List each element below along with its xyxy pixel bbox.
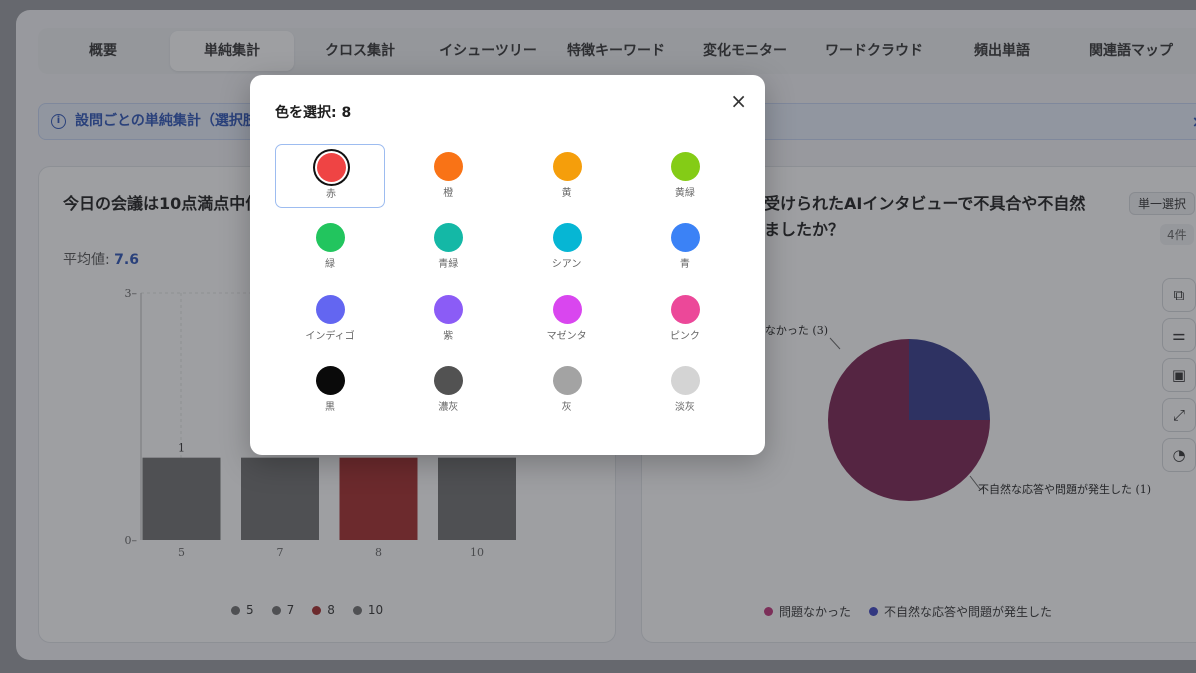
color-swatch bbox=[434, 152, 464, 181]
color-label: 青 bbox=[679, 259, 690, 271]
color-swatch bbox=[434, 294, 464, 324]
color-swatch bbox=[670, 365, 700, 395]
color-option[interactable]: 灰 bbox=[512, 358, 622, 422]
color-label: 淡灰 bbox=[674, 401, 695, 413]
color-swatch bbox=[552, 365, 582, 395]
color-option[interactable]: 赤 bbox=[275, 144, 385, 208]
close-icon[interactable]: × bbox=[730, 89, 747, 113]
color-option[interactable]: 黄緑 bbox=[630, 144, 740, 208]
color-option[interactable]: 青緑 bbox=[393, 215, 503, 279]
color-option[interactable]: ピンク bbox=[630, 287, 740, 351]
color-label: 紫 bbox=[443, 330, 454, 342]
color-swatch bbox=[552, 294, 582, 324]
color-option[interactable]: 黄 bbox=[512, 144, 622, 208]
color-swatch bbox=[670, 223, 700, 253]
color-label: シアン bbox=[551, 259, 582, 271]
color-label: 青緑 bbox=[438, 259, 459, 271]
color-label: 灰 bbox=[561, 401, 572, 413]
color-swatch bbox=[670, 152, 700, 181]
color-label: 橙 bbox=[443, 188, 454, 199]
color-option[interactable]: 黒 bbox=[275, 358, 385, 422]
color-swatch bbox=[552, 223, 582, 253]
color-option[interactable]: シアン bbox=[512, 215, 622, 279]
color-picker-modal: 色を選択: 8 × 赤 橙 黄 黄緑緑 青緑 シアン 青インディゴ 紫 マゼンタ ピンク黒 濃灰 灰 淡… bbox=[250, 75, 765, 455]
color-label: 赤 bbox=[326, 189, 336, 200]
color-swatch bbox=[316, 365, 345, 395]
color-swatch bbox=[670, 294, 700, 324]
color-option[interactable]: 紫 bbox=[393, 287, 503, 351]
color-label: 黒 bbox=[325, 401, 335, 413]
color-label: 緑 bbox=[325, 259, 335, 271]
color-label: 黄緑 bbox=[674, 188, 695, 199]
color-swatch bbox=[316, 294, 345, 324]
color-label: 濃灰 bbox=[438, 401, 459, 413]
color-label: 黄 bbox=[561, 188, 572, 199]
color-option[interactable]: 緑 bbox=[275, 215, 385, 279]
color-swatch bbox=[552, 152, 582, 181]
color-swatch bbox=[434, 223, 464, 253]
color-option[interactable]: 淡灰 bbox=[630, 358, 740, 422]
color-option[interactable]: 濃灰 bbox=[393, 358, 503, 422]
color-label: インディゴ bbox=[305, 330, 355, 342]
color-swatch bbox=[434, 365, 464, 395]
color-option[interactable]: マゼンタ bbox=[512, 287, 622, 351]
color-swatch bbox=[316, 223, 345, 253]
modal-title: 色を選択: 8 bbox=[275, 105, 352, 121]
color-option[interactable]: インディゴ bbox=[275, 287, 385, 351]
color-option[interactable]: 橙 bbox=[393, 144, 503, 208]
color-label: マゼンタ bbox=[546, 330, 587, 342]
color-label: ピンク bbox=[669, 330, 700, 342]
color-swatch bbox=[317, 153, 346, 182]
color-option[interactable]: 青 bbox=[630, 215, 740, 279]
